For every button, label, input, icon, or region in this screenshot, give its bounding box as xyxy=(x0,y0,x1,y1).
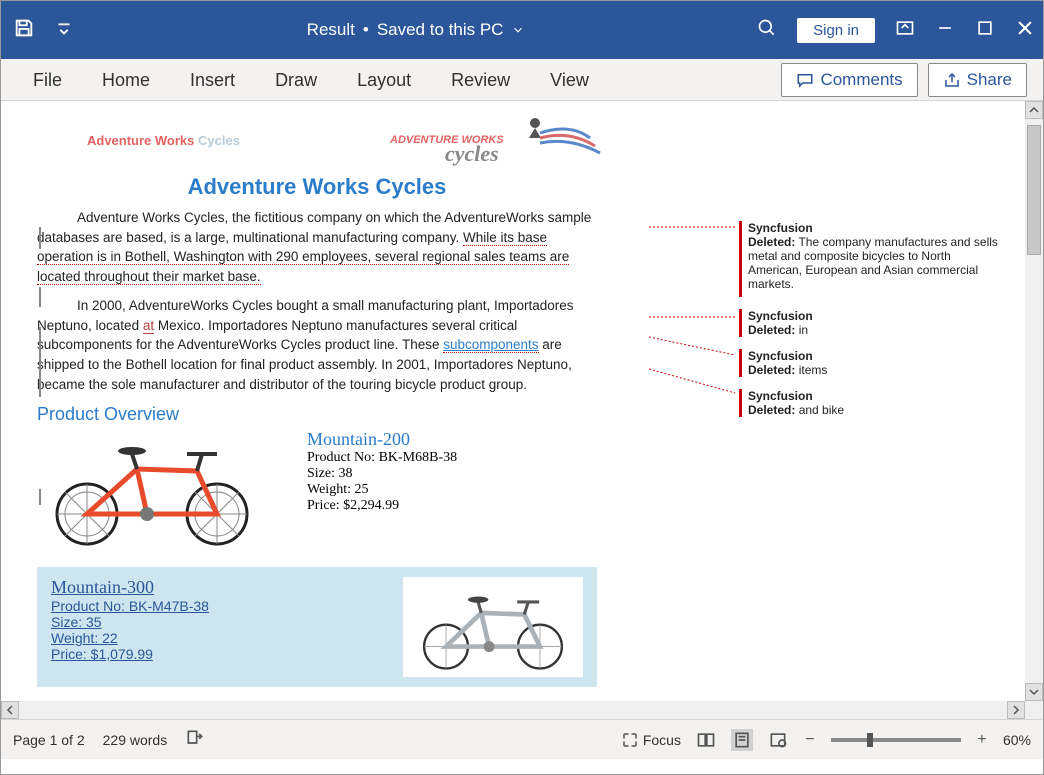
read-mode-icon[interactable] xyxy=(695,729,717,751)
zoom-slider[interactable] xyxy=(831,738,961,742)
paragraph: In 2000, AdventureWorks Cycles bought a … xyxy=(37,296,597,394)
search-icon[interactable] xyxy=(757,18,777,43)
comments-button[interactable]: Comments xyxy=(781,63,917,97)
menu-home[interactable]: Home xyxy=(82,59,170,101)
brand-text: Adventure Works Cycles xyxy=(87,133,240,148)
product-name: Mountain-300 xyxy=(51,577,209,598)
revision-mark[interactable] xyxy=(39,489,41,505)
menu-insert[interactable]: Insert xyxy=(170,59,255,101)
zoom-in-button[interactable]: + xyxy=(975,731,989,749)
zoom-thumb[interactable] xyxy=(867,733,873,747)
revision-mark[interactable] xyxy=(39,287,41,307)
statusbar: Page 1 of 2 229 words Focus − + 60% xyxy=(1,719,1043,759)
menu-view[interactable]: View xyxy=(530,59,609,101)
document-area: Adventure Works Cycles ADVENTURE WORKS c… xyxy=(1,101,1043,719)
comment-icon xyxy=(796,71,814,89)
menu-layout[interactable]: Layout xyxy=(337,59,431,101)
document-canvas[interactable]: Adventure Works Cycles ADVENTURE WORKS c… xyxy=(1,101,1043,719)
product-details: Mountain-300 Product No: BK-M47B-38 Size… xyxy=(51,577,209,677)
scroll-up-icon[interactable] xyxy=(1025,101,1043,119)
scroll-down-icon[interactable] xyxy=(1025,683,1043,701)
vertical-scrollbar[interactable] xyxy=(1025,101,1043,719)
document-title: Result • Saved to this PC xyxy=(75,20,757,40)
horizontal-scrollbar[interactable] xyxy=(1,701,1025,719)
product-image xyxy=(37,429,267,549)
web-layout-icon[interactable] xyxy=(767,729,789,751)
zoom-out-button[interactable]: − xyxy=(803,731,817,749)
product-details: Mountain-200 Product No: BK-M68B-38 Size… xyxy=(307,429,457,514)
scroll-left-icon[interactable] xyxy=(1,701,19,719)
titlebar-controls: Sign in xyxy=(757,18,1035,43)
revision-mark[interactable] xyxy=(39,227,41,249)
scroll-thumb[interactable] xyxy=(1027,125,1041,255)
scroll-track[interactable] xyxy=(19,701,1007,719)
close-icon[interactable] xyxy=(1015,18,1035,43)
scroll-right-icon[interactable] xyxy=(1007,701,1025,719)
share-icon xyxy=(943,71,961,89)
menu-file[interactable]: File xyxy=(13,59,82,101)
balloon-connectors xyxy=(649,221,917,521)
word-count[interactable]: 229 words xyxy=(103,732,168,748)
signin-button[interactable]: Sign in xyxy=(797,18,875,43)
selected-product-block[interactable]: Mountain-300 Product No: BK-M47B-38 Size… xyxy=(37,567,597,687)
menubar: File Home Insert Draw Layout Review View… xyxy=(1,59,1043,101)
save-icon[interactable] xyxy=(13,17,35,44)
minimize-icon[interactable] xyxy=(935,18,955,43)
share-button[interactable]: Share xyxy=(928,63,1027,97)
header: Adventure Works Cycles ADVENTURE WORKS c… xyxy=(87,113,1035,168)
product-image xyxy=(403,577,583,677)
menu-review[interactable]: Review xyxy=(431,59,530,101)
logo-image: ADVENTURE WORKS cycles xyxy=(390,113,620,168)
print-layout-icon[interactable] xyxy=(731,729,753,751)
titlebar: Result • Saved to this PC Sign in xyxy=(1,1,1043,59)
proofing-icon[interactable] xyxy=(185,728,205,751)
maximize-icon[interactable] xyxy=(975,18,995,43)
page-indicator[interactable]: Page 1 of 2 xyxy=(13,732,85,748)
zoom-level[interactable]: 60% xyxy=(1003,732,1031,748)
chevron-down-icon[interactable] xyxy=(511,23,525,37)
revision-mark[interactable] xyxy=(39,327,41,397)
menu-draw[interactable]: Draw xyxy=(255,59,337,101)
ribbon-display-icon[interactable] xyxy=(895,18,915,43)
page-title: Adventure Works Cycles xyxy=(37,174,597,200)
quick-access-toolbar xyxy=(9,17,75,44)
product-name: Mountain-200 xyxy=(307,429,457,450)
svg-text:cycles: cycles xyxy=(445,141,499,166)
qat-customize-icon[interactable] xyxy=(53,17,75,44)
link-subcomponents[interactable]: subcomponents xyxy=(443,337,538,353)
revision-balloons: Syncfusion Deleted: The company manufact… xyxy=(739,221,1007,429)
focus-button[interactable]: Focus xyxy=(621,731,681,749)
paragraph: Adventure Works Cycles, the fictitious c… xyxy=(37,208,597,286)
